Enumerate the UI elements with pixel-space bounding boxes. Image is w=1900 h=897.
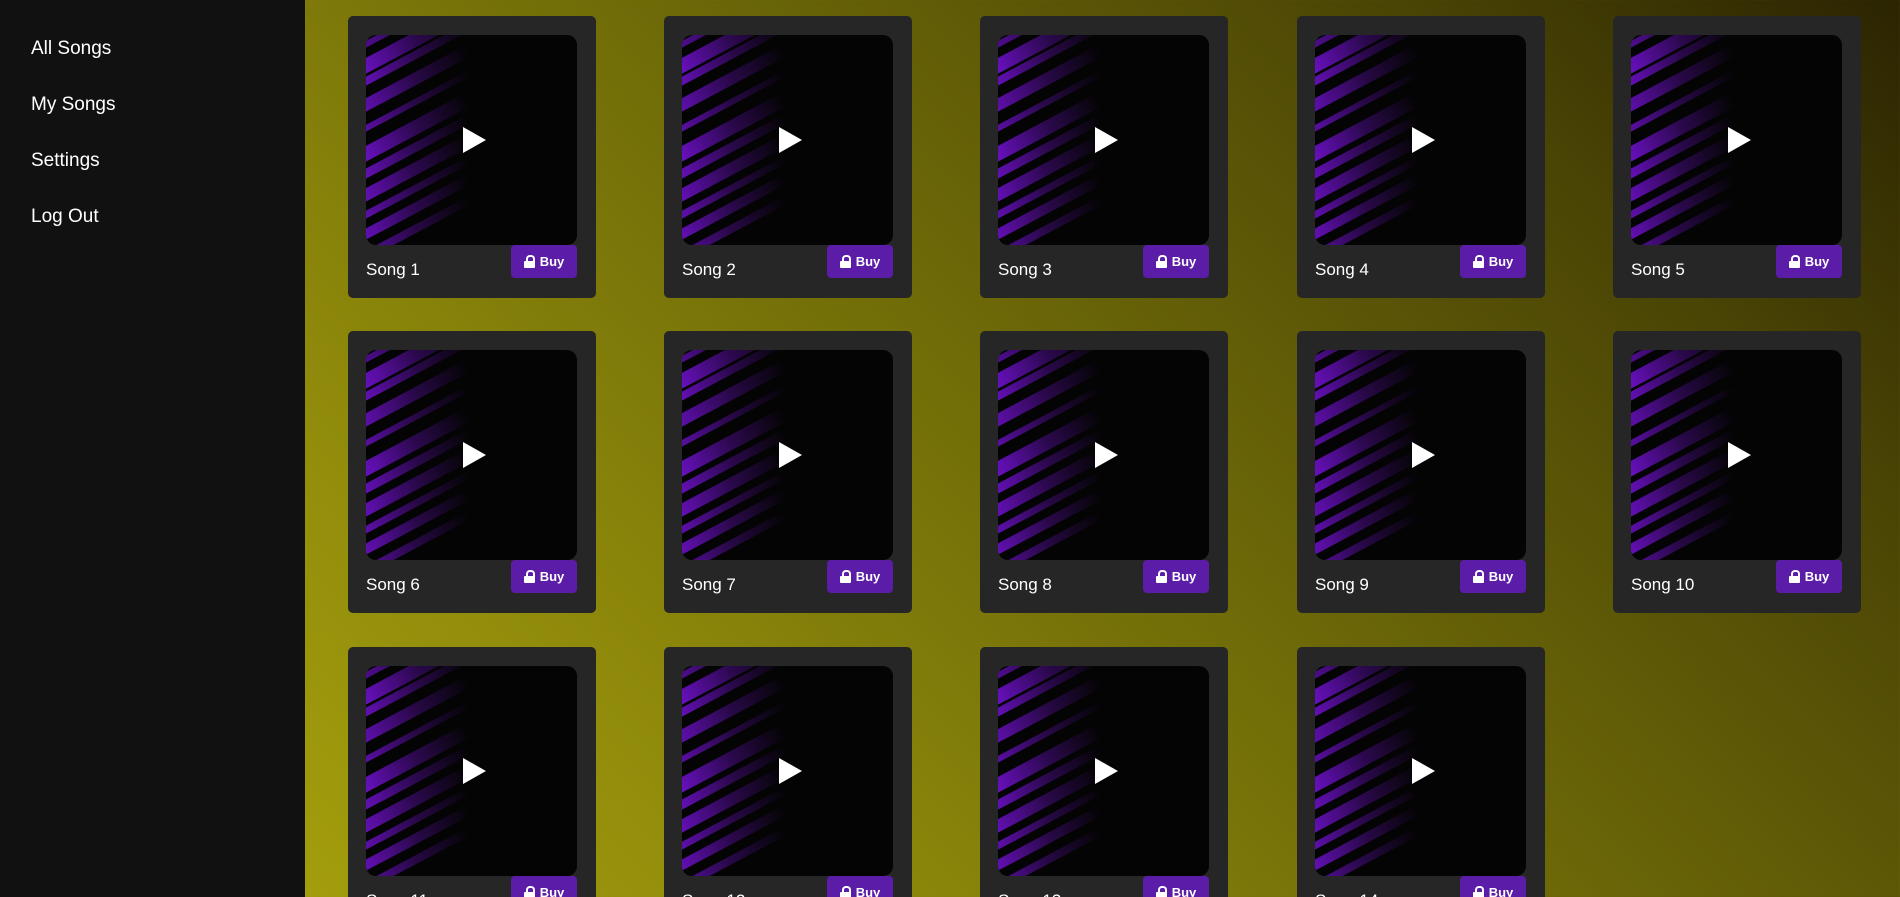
song-cover[interactable] xyxy=(366,350,577,560)
lock-icon xyxy=(839,570,851,583)
song-grid: Song 1 Buy Song 2 Buy Song 3 Buy Song 4 Buy Song… xyxy=(0,0,1900,897)
buy-button-label: Buy xyxy=(855,254,881,269)
play-icon[interactable] xyxy=(1727,127,1751,153)
song-title: Song 13 xyxy=(998,890,1061,897)
buy-button-label: Buy xyxy=(855,569,881,584)
buy-button[interactable]: Buy xyxy=(1143,876,1209,897)
lock-icon xyxy=(839,886,851,897)
play-icon[interactable] xyxy=(778,127,802,153)
song-title: Song 1 xyxy=(366,260,420,279)
play-icon[interactable] xyxy=(1094,758,1118,784)
song-title: Song 10 xyxy=(1631,575,1695,594)
song-cover[interactable] xyxy=(998,35,1209,245)
lock-icon xyxy=(1155,255,1167,268)
song-card: Song 5 Buy xyxy=(1613,16,1861,298)
song-card: Song 7 Buy xyxy=(664,331,912,613)
song-cover[interactable] xyxy=(682,35,893,245)
song-card: Song 6 Buy xyxy=(348,331,596,613)
song-card: Song 3 Buy xyxy=(980,16,1228,298)
play-icon[interactable] xyxy=(1094,127,1118,153)
lock-icon xyxy=(1472,886,1484,897)
buy-button-label: Buy xyxy=(855,885,881,897)
buy-button[interactable]: Buy xyxy=(511,245,577,278)
buy-button-label: Buy xyxy=(1171,254,1197,269)
buy-button[interactable]: Buy xyxy=(1460,245,1526,278)
song-title: Song 3 xyxy=(998,260,1052,279)
song-title: Song 11 xyxy=(366,890,428,897)
song-cover[interactable] xyxy=(1631,350,1842,560)
song-title: Song 12 xyxy=(682,890,745,897)
song-card: Song 13 Buy xyxy=(980,647,1228,897)
song-cover[interactable] xyxy=(1315,350,1526,560)
lock-icon xyxy=(523,255,535,268)
song-cover[interactable] xyxy=(366,666,577,876)
song-card: Song 1 Buy xyxy=(348,16,596,298)
play-icon[interactable] xyxy=(462,127,486,153)
buy-button-label: Buy xyxy=(539,569,565,584)
buy-button[interactable]: Buy xyxy=(511,560,577,593)
lock-icon xyxy=(523,886,535,897)
buy-button-label: Buy xyxy=(1488,569,1514,584)
song-cover[interactable] xyxy=(998,350,1209,560)
lock-icon xyxy=(523,570,535,583)
buy-button[interactable]: Buy xyxy=(1460,560,1526,593)
play-icon[interactable] xyxy=(1411,127,1435,153)
song-title: Song 8 xyxy=(998,575,1052,594)
lock-icon xyxy=(1788,570,1800,583)
song-title: Song 5 xyxy=(1631,260,1685,279)
song-cover[interactable] xyxy=(682,350,893,560)
buy-button[interactable]: Buy xyxy=(827,560,893,593)
play-icon[interactable] xyxy=(1094,442,1118,468)
song-title: Song 4 xyxy=(1315,260,1369,279)
buy-button[interactable]: Buy xyxy=(1143,560,1209,593)
song-cover[interactable] xyxy=(1315,35,1526,245)
song-title: Song 14 xyxy=(1315,890,1378,897)
buy-button-label: Buy xyxy=(539,885,565,897)
play-icon[interactable] xyxy=(462,758,486,784)
song-title: Song 9 xyxy=(1315,575,1369,594)
song-title: Song 2 xyxy=(682,260,736,279)
lock-icon xyxy=(839,255,851,268)
song-card: Song 8 Buy xyxy=(980,331,1228,613)
song-card: Song 2 Buy xyxy=(664,16,912,298)
buy-button-label: Buy xyxy=(1804,254,1830,269)
lock-icon xyxy=(1472,570,1484,583)
song-title: Song 7 xyxy=(682,575,736,594)
buy-button[interactable]: Buy xyxy=(1776,245,1842,278)
lock-icon xyxy=(1472,255,1484,268)
play-icon[interactable] xyxy=(778,758,802,784)
buy-button-label: Buy xyxy=(1804,569,1830,584)
lock-icon xyxy=(1155,570,1167,583)
song-card: Song 14 Buy xyxy=(1297,647,1545,897)
song-card: Song 4 Buy xyxy=(1297,16,1545,298)
play-icon[interactable] xyxy=(1411,442,1435,468)
buy-button[interactable]: Buy xyxy=(1143,245,1209,278)
song-card: Song 11 Buy xyxy=(348,647,596,897)
buy-button-label: Buy xyxy=(1488,254,1514,269)
play-icon[interactable] xyxy=(778,442,802,468)
buy-button[interactable]: Buy xyxy=(827,245,893,278)
buy-button-label: Buy xyxy=(1171,569,1197,584)
song-title: Song 6 xyxy=(366,575,420,594)
song-cover[interactable] xyxy=(366,35,577,245)
buy-button-label: Buy xyxy=(1171,885,1197,897)
play-icon[interactable] xyxy=(462,442,486,468)
buy-button[interactable]: Buy xyxy=(827,876,893,897)
song-cover[interactable] xyxy=(998,666,1209,876)
song-cover[interactable] xyxy=(1631,35,1842,245)
buy-button[interactable]: Buy xyxy=(1460,876,1526,897)
buy-button-label: Buy xyxy=(1488,885,1514,897)
buy-button[interactable]: Buy xyxy=(511,876,577,897)
song-card: Song 10 Buy xyxy=(1613,331,1861,613)
song-card: Song 9 Buy xyxy=(1297,331,1545,613)
play-icon[interactable] xyxy=(1727,442,1751,468)
buy-button-label: Buy xyxy=(539,254,565,269)
song-cover[interactable] xyxy=(1315,666,1526,876)
lock-icon xyxy=(1788,255,1800,268)
song-card: Song 12 Buy xyxy=(664,647,912,897)
song-cover[interactable] xyxy=(682,666,893,876)
buy-button[interactable]: Buy xyxy=(1776,560,1842,593)
play-icon[interactable] xyxy=(1411,758,1435,784)
lock-icon xyxy=(1155,886,1167,897)
